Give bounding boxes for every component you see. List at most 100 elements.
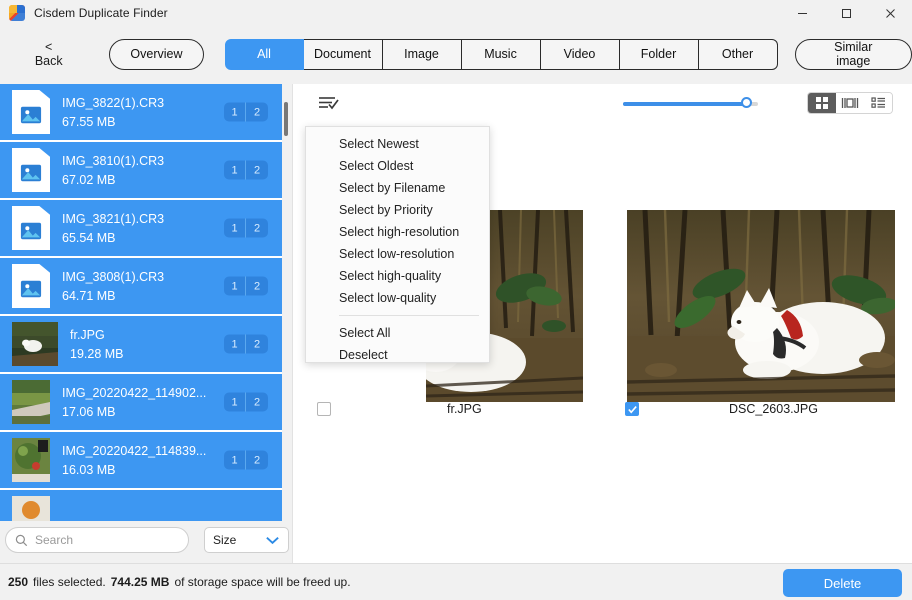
menu-item-select-by-filename[interactable]: Select by Filename <box>306 177 489 199</box>
similar-image-button[interactable]: Similar image <box>794 38 912 70</box>
select-options-menu: Select Newest Select Oldest Select by Fi… <box>305 126 490 363</box>
title-bar: Cisdem Duplicate Finder <box>0 0 912 26</box>
window-title: Cisdem Duplicate Finder <box>34 6 168 20</box>
badge-index: 1 <box>224 218 246 238</box>
image-file-icon <box>12 264 50 308</box>
duplicate-count-badge: 1 2 <box>224 218 268 238</box>
badge-total: 2 <box>253 164 261 176</box>
content-toolbar <box>293 84 912 122</box>
badge-total: 2 <box>253 396 261 408</box>
chevron-down-icon <box>266 536 279 545</box>
menu-item-select-low-quality[interactable]: Select low-quality <box>306 287 489 309</box>
checkbox-dsc-2603-jpg[interactable] <box>625 402 639 416</box>
tab-video[interactable]: Video <box>540 38 620 70</box>
menu-item-select-high-resolution[interactable]: Select high-resolution <box>306 221 489 243</box>
duplicate-count-badge: 1 2 <box>224 276 268 296</box>
minimize-button[interactable] <box>780 0 824 26</box>
slider-fill <box>623 102 747 106</box>
badge-total: 2 <box>253 338 261 350</box>
scrollbar-thumb[interactable] <box>284 102 288 136</box>
preview-image-right[interactable] <box>627 210 895 402</box>
delete-button[interactable]: Delete <box>783 569 902 597</box>
search-icon <box>15 534 28 546</box>
menu-item-select-newest[interactable]: Select Newest <box>306 133 489 155</box>
image-file-icon <box>12 148 50 192</box>
tab-folder[interactable]: Folder <box>619 38 699 70</box>
list-item[interactable]: fr.JPG 19.28 MB 1 2 <box>0 316 282 374</box>
sidebar-scrollbar[interactable] <box>283 84 289 521</box>
preview-labels-row: fr.JPG DSC_2603.JPG <box>293 402 912 432</box>
status-bar: 250 files selected. 744.25 MB of storage… <box>0 563 912 600</box>
duplicate-count-badge: 1 2 <box>224 392 268 412</box>
duplicate-count-badge: 1 2 <box>224 102 268 122</box>
grid-icon[interactable] <box>808 93 836 113</box>
badge-total: 2 <box>253 106 261 118</box>
preview-label-left: fr.JPG <box>447 402 482 416</box>
tab-music[interactable]: Music <box>461 38 541 70</box>
window-controls <box>780 0 912 26</box>
photo-thumbnail <box>12 438 50 482</box>
badge-index: 1 <box>224 102 246 122</box>
menu-item-select-all[interactable]: Select All <box>306 322 489 344</box>
photo-thumbnail <box>12 380 50 424</box>
preview-item-right: DSC_2603.JPG <box>625 402 818 416</box>
badge-index: 1 <box>224 276 246 296</box>
tab-document[interactable]: Document <box>303 38 383 70</box>
preview-label-right: DSC_2603.JPG <box>729 402 818 416</box>
application-window: Cisdem Duplicate Finder < Back Overview … <box>0 0 912 600</box>
list-item[interactable]: IMG_20220422_114839... 16.03 MB 1 2 <box>0 432 282 490</box>
menu-item-deselect[interactable]: Deselect <box>306 344 489 366</box>
sort-dropdown[interactable]: Size <box>204 527 289 553</box>
photo-thumbnail <box>12 496 50 521</box>
slider-knob[interactable] <box>741 97 752 108</box>
badge-index: 1 <box>224 334 246 354</box>
back-button[interactable]: < Back <box>24 36 73 72</box>
badge-total: 2 <box>253 454 261 466</box>
sort-dropdown-label: Size <box>213 533 237 547</box>
badge-total: 2 <box>253 280 261 292</box>
maximize-button[interactable] <box>824 0 868 26</box>
status-message: 250 files selected. 744.25 MB of storage… <box>8 575 351 589</box>
menu-separator <box>339 315 479 316</box>
freed-space-suffix: of storage space will be freed up. <box>174 575 351 589</box>
menu-item-select-by-priority[interactable]: Select by Priority <box>306 199 489 221</box>
single-pane-icon[interactable] <box>836 93 864 113</box>
list-check-icon[interactable] <box>315 92 341 114</box>
duplicate-count-badge: 1 2 <box>224 450 268 470</box>
tab-all[interactable]: All <box>224 38 304 70</box>
badge-index: 1 <box>224 392 246 412</box>
badge-total: 2 <box>253 222 261 234</box>
selected-file-count-suffix: files selected. <box>33 575 106 589</box>
tab-other[interactable]: Other <box>698 38 778 70</box>
file-list-sidebar[interactable]: IMG_3822(1).CR3 67.55 MB 1 2 IMG_3810(1)… <box>0 84 282 521</box>
list-item[interactable]: IMG_20220422_114902... 17.06 MB 1 2 <box>0 374 282 432</box>
badge-index: 1 <box>224 450 246 470</box>
category-tabs: All Document Image Music Video Folder Ot… <box>224 38 778 70</box>
list-item[interactable]: IMG_3810(1).CR3 67.02 MB 1 2 <box>0 142 282 200</box>
check-icon <box>627 405 637 414</box>
badge-index: 1 <box>224 160 246 180</box>
list-item[interactable]: IMG_3808(1).CR3 64.71 MB 1 2 <box>0 258 282 316</box>
selected-file-count: 250 <box>8 575 29 589</box>
menu-item-select-low-resolution[interactable]: Select low-resolution <box>306 243 489 265</box>
image-file-icon <box>12 90 50 134</box>
menu-item-select-high-quality[interactable]: Select high-quality <box>306 265 489 287</box>
main-toolbar: < Back Overview All Document Image Music… <box>0 26 912 82</box>
search-input[interactable] <box>35 533 179 547</box>
overview-button[interactable]: Overview <box>109 38 204 70</box>
image-file-icon <box>12 206 50 250</box>
list-icon[interactable] <box>864 93 892 113</box>
checkbox-fr-jpg[interactable] <box>317 402 331 416</box>
thumbnail-size-slider[interactable] <box>623 97 758 110</box>
preview-item-left: fr.JPG <box>317 402 482 416</box>
list-item-partial[interactable] <box>0 490 282 521</box>
tab-image[interactable]: Image <box>382 38 462 70</box>
list-item[interactable]: IMG_3822(1).CR3 67.55 MB 1 2 <box>0 84 282 142</box>
list-item[interactable]: IMG_3821(1).CR3 65.54 MB 1 2 <box>0 200 282 258</box>
search-field[interactable] <box>5 527 189 553</box>
duplicate-count-badge: 1 2 <box>224 334 268 354</box>
menu-item-select-oldest[interactable]: Select Oldest <box>306 155 489 177</box>
close-button[interactable] <box>868 0 912 26</box>
duplicate-count-badge: 1 2 <box>224 160 268 180</box>
view-mode-switch <box>807 92 893 114</box>
